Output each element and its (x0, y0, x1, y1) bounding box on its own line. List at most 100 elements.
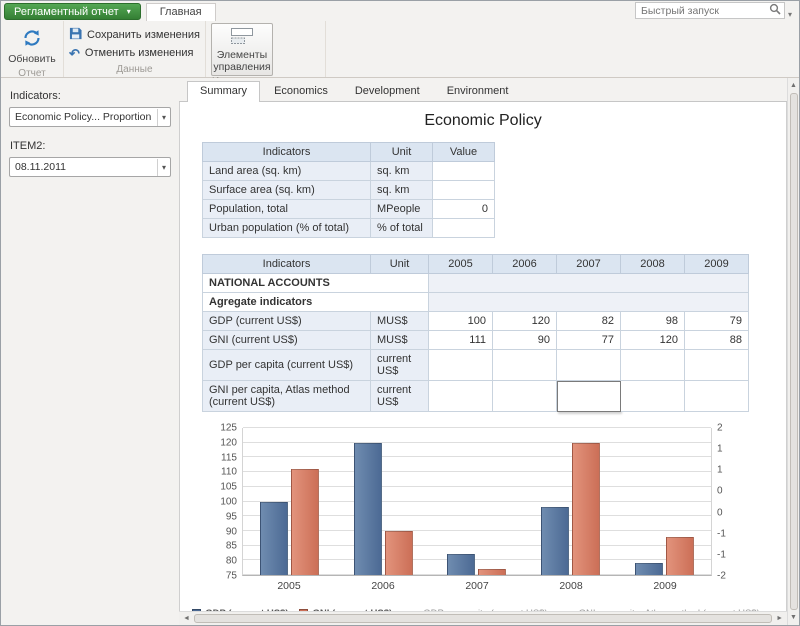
ribbon-group-tools: Элементы управления Инструменты и панели (206, 21, 326, 77)
scroll-down-icon[interactable]: ▼ (788, 612, 799, 623)
unit-cell: MPeople (371, 200, 433, 219)
tab-development[interactable]: Development (342, 81, 433, 101)
value-cell[interactable] (433, 181, 495, 200)
bar-gni-2009[interactable] (666, 537, 694, 575)
table-header-row: IndicatorsUnitValue (203, 143, 495, 162)
tab-environment[interactable]: Environment (434, 81, 522, 101)
horizontal-scroll-thumb[interactable] (194, 614, 772, 623)
y2-axis-label: -1 (717, 528, 726, 539)
value-cell[interactable] (493, 381, 557, 412)
x-axis-label: 2009 (618, 580, 712, 594)
item2-select[interactable]: 08.11.2011 ▾ (9, 157, 171, 177)
section-label: NATIONAL ACCOUNTS (203, 274, 429, 293)
refresh-icon (21, 27, 43, 52)
tab-economics[interactable]: Economics (261, 81, 341, 101)
save-changes-button[interactable]: Сохранить изменения (69, 27, 200, 43)
y-axis-right: 21100-1-1-2 (712, 428, 740, 576)
tab-summary[interactable]: Summary (187, 81, 260, 102)
horizontal-scrollbar: ◄ ► (179, 611, 787, 625)
report-panel: SummaryEconomicsDevelopmentEnvironment E… (179, 78, 787, 625)
y-axis-label: 120 (220, 437, 237, 448)
value-cell[interactable] (433, 162, 495, 181)
chevron-down-icon: ▾ (127, 7, 131, 16)
value-cell[interactable]: 120 (493, 312, 557, 331)
y-axis-label: 100 (220, 497, 237, 508)
selected-cell[interactable] (557, 381, 621, 412)
value-cell[interactable] (621, 381, 685, 412)
y-axis-left: 7580859095100105110115120125 (210, 428, 242, 576)
value-cell[interactable] (557, 350, 621, 381)
y-axis-label: 110 (221, 467, 237, 478)
search-options-chevron-icon[interactable]: ▾ (785, 10, 795, 19)
bar-group (430, 428, 524, 575)
bar-gdp-2005[interactable] (260, 502, 288, 576)
vertical-scroll-thumb[interactable] (790, 93, 798, 610)
vertical-scrollbar: ▲ ▼ (787, 78, 799, 625)
value-cell[interactable] (685, 381, 749, 412)
value-cell[interactable]: 79 (685, 312, 749, 331)
y2-axis-label: 1 (717, 465, 723, 476)
bar-gdp-2007[interactable] (447, 554, 475, 575)
column-header: 2007 (557, 255, 621, 274)
app-window: Регламентный отчет ▾ Главная ▾ (0, 0, 800, 626)
report-menu-button[interactable]: Регламентный отчет ▾ (4, 3, 141, 20)
value-cell[interactable] (429, 350, 493, 381)
section-filler (429, 274, 749, 293)
value-cell[interactable]: 120 (621, 331, 685, 350)
column-header: Unit (371, 143, 433, 162)
column-header: 2008 (621, 255, 685, 274)
value-cell[interactable]: 111 (429, 331, 493, 350)
y2-axis-label: -1 (717, 549, 726, 560)
content-area: Indicators: Economic Policy... Proportio… (1, 78, 799, 625)
y-axis-label: 85 (226, 541, 237, 552)
value-cell[interactable]: 90 (493, 331, 557, 350)
search-input[interactable] (641, 5, 769, 17)
bar-gni-2005[interactable] (291, 469, 319, 575)
x-axis: 20052006200720082009 (242, 576, 712, 594)
ribbon-group-data: Сохранить изменения ↶ Отменить изменения… (64, 21, 206, 77)
value-cell[interactable]: 0 (433, 200, 495, 219)
value-cell[interactable]: 77 (557, 331, 621, 350)
bar-gni-2006[interactable] (385, 531, 413, 575)
bar-group (243, 428, 337, 575)
table-row: Urban population (% of total)% of total (203, 219, 495, 238)
value-cell[interactable]: 88 (685, 331, 749, 350)
bar-group (337, 428, 431, 575)
scroll-up-icon[interactable]: ▲ (788, 80, 799, 91)
search-box (635, 2, 785, 19)
y-axis-label: 75 (226, 571, 237, 582)
bar-gdp-2008[interactable] (541, 507, 569, 575)
undo-label: Отменить изменения (85, 47, 194, 59)
table-row: NATIONAL ACCOUNTS (203, 274, 749, 293)
summary-table: IndicatorsUnitValueLand area (sq. km)sq.… (202, 142, 495, 238)
search-icon[interactable] (769, 2, 781, 20)
refresh-label: Обновить (8, 53, 56, 65)
value-cell[interactable] (429, 381, 493, 412)
bar-gdp-2009[interactable] (635, 563, 663, 575)
controls-button[interactable]: Элементы управления (211, 23, 273, 76)
tab-home[interactable]: Главная (146, 3, 216, 21)
x-axis-label: 2006 (336, 580, 430, 594)
undo-changes-button[interactable]: ↶ Отменить изменения (69, 47, 200, 59)
value-cell[interactable] (493, 350, 557, 381)
value-cell[interactable]: 100 (429, 312, 493, 331)
ribbon-body: Обновить Отчет Сохранить изменения (1, 21, 799, 77)
bar-gni-2007[interactable] (478, 569, 506, 575)
bar-gdp-2006[interactable] (354, 443, 382, 575)
report-body: Economic Policy IndicatorsUnitValueLand … (179, 102, 787, 611)
value-cell[interactable]: 82 (557, 312, 621, 331)
scroll-right-icon[interactable]: ► (774, 613, 785, 624)
bars-layer (243, 428, 711, 575)
value-cell[interactable] (621, 350, 685, 381)
indicators-select[interactable]: Economic Policy... Proportion of s... (1… (9, 107, 171, 127)
value-cell[interactable] (433, 219, 495, 238)
table-row: Population, totalMPeople0 (203, 200, 495, 219)
value-cell[interactable]: 98 (621, 312, 685, 331)
indicators-select-value: Economic Policy... Proportion of s... (1 (15, 111, 154, 123)
bar-gni-2008[interactable] (572, 443, 600, 575)
refresh-button[interactable]: Обновить (6, 23, 58, 68)
table-row: GDP per capita (current US$)current US$ (203, 350, 749, 381)
scroll-left-icon[interactable]: ◄ (181, 613, 192, 624)
value-cell[interactable] (685, 350, 749, 381)
table-row: GDP (current US$)MUS$100120829879 (203, 312, 749, 331)
